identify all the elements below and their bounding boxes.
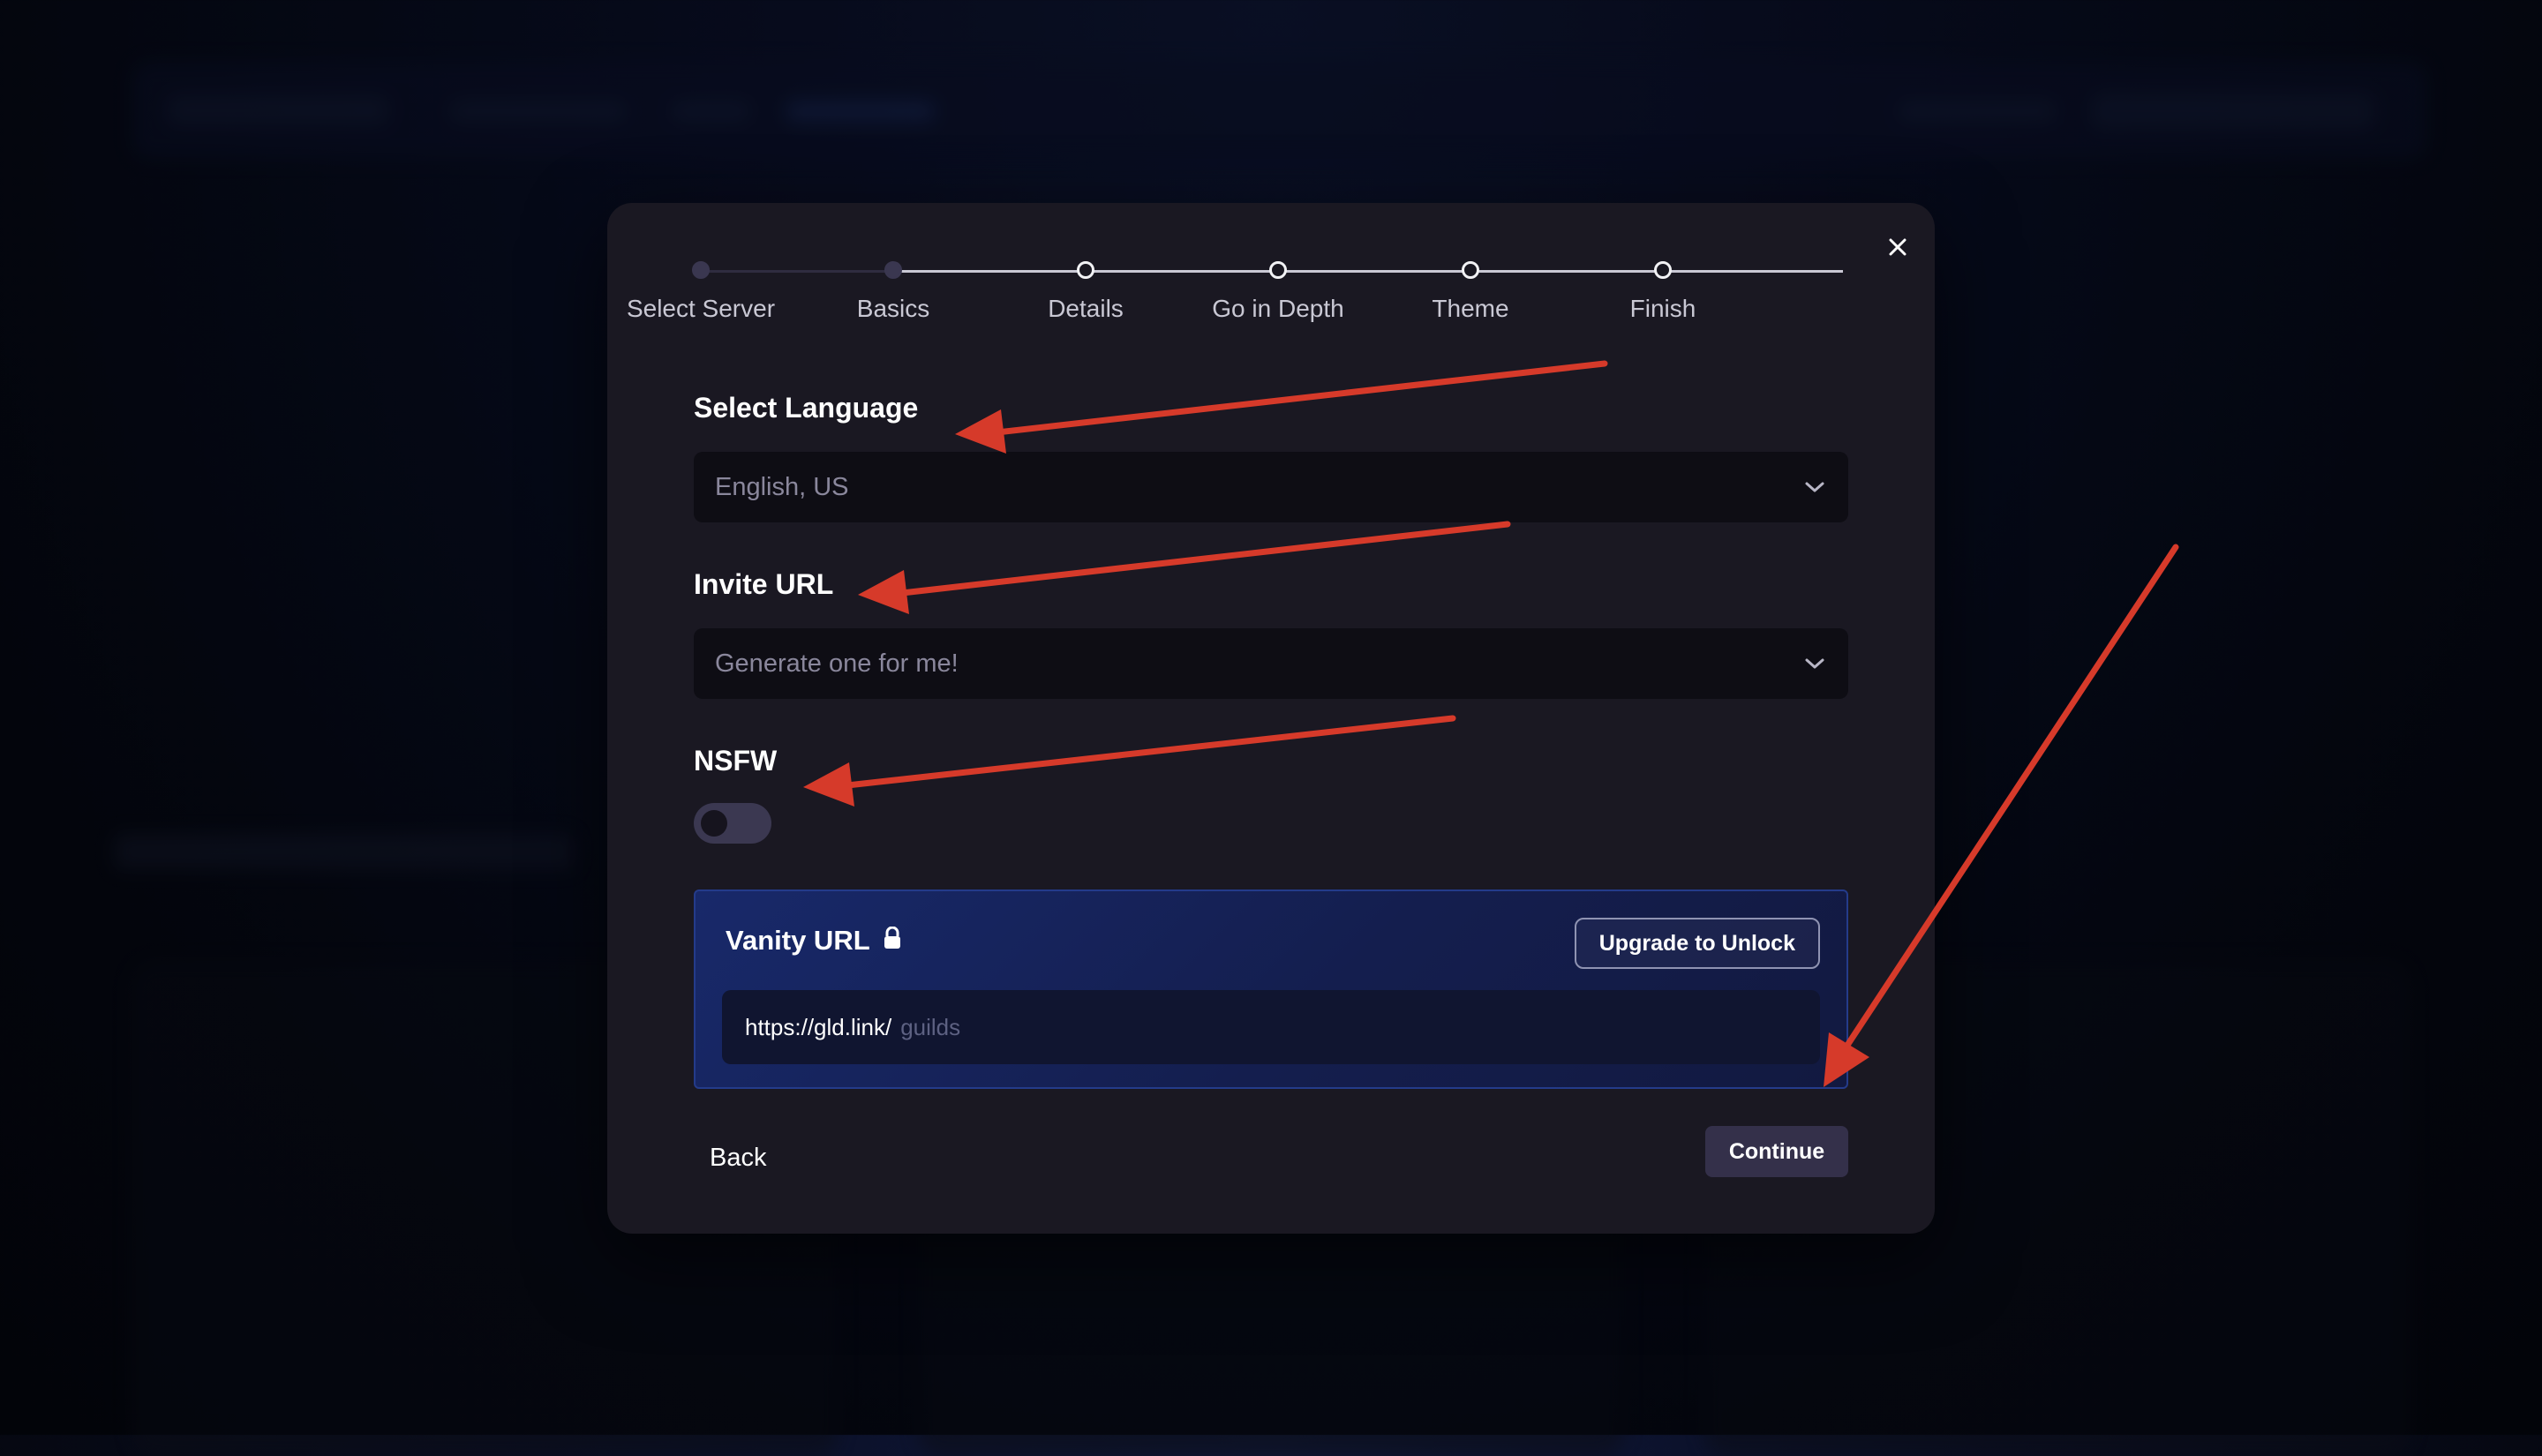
step-dot [1077, 261, 1094, 279]
step-dot [692, 261, 710, 279]
continue-button[interactable]: Continue [1705, 1126, 1848, 1177]
step-dot [1654, 261, 1672, 279]
lock-icon [883, 925, 902, 957]
vanity-url-card: Vanity URL Upgrade to Unlock https://gld… [694, 889, 1848, 1089]
language-value: English, US [715, 472, 849, 501]
close-icon [1887, 236, 1908, 262]
nsfw-label: NSFW [694, 745, 778, 777]
back-button[interactable]: Back [694, 1131, 782, 1184]
step-label: Select Server [626, 295, 776, 322]
step-basics: Basics [796, 256, 990, 323]
chevron-down-icon [1802, 651, 1827, 676]
close-button[interactable] [1878, 229, 1917, 268]
vanity-url-title: Vanity URL [726, 925, 870, 956]
upgrade-to-unlock-button[interactable]: Upgrade to Unlock [1574, 918, 1820, 969]
step-label: Details [1048, 295, 1124, 322]
setup-modal: Select Server Basics Details Go in Depth… [607, 203, 1935, 1234]
language-label: Select Language [694, 392, 919, 424]
invite-url-label: Invite URL [694, 568, 834, 600]
language-select[interactable]: English, US [694, 452, 1848, 522]
toggle-knob [701, 810, 727, 837]
step-finish: Finish [1566, 256, 1760, 323]
vanity-url-input[interactable] [900, 1013, 1431, 1041]
step-label: Go in Depth [1212, 295, 1344, 322]
vanity-url-prefix: https://gld.link/ [745, 1013, 892, 1040]
step-details: Details [989, 256, 1183, 323]
progress-stepper: Select Server Basics Details Go in Depth… [627, 256, 1850, 344]
nsfw-toggle[interactable] [694, 803, 771, 844]
step-go-in-depth: Go in Depth [1181, 256, 1375, 323]
step-label: Finish [1629, 295, 1696, 322]
step-dot [1462, 261, 1479, 279]
step-select-server: Select Server [604, 256, 798, 323]
vanity-url-heading: Vanity URL [726, 925, 902, 957]
step-label: Theme [1432, 295, 1509, 322]
invite-url-select[interactable]: Generate one for me! [694, 628, 1848, 699]
invite-url-value: Generate one for me! [715, 649, 959, 678]
vanity-url-field: https://gld.link/ [722, 990, 1820, 1064]
step-dot [1269, 261, 1287, 279]
step-theme: Theme [1373, 256, 1568, 323]
step-label: Basics [856, 295, 930, 322]
chevron-down-icon [1802, 475, 1827, 499]
step-dot [884, 261, 902, 279]
